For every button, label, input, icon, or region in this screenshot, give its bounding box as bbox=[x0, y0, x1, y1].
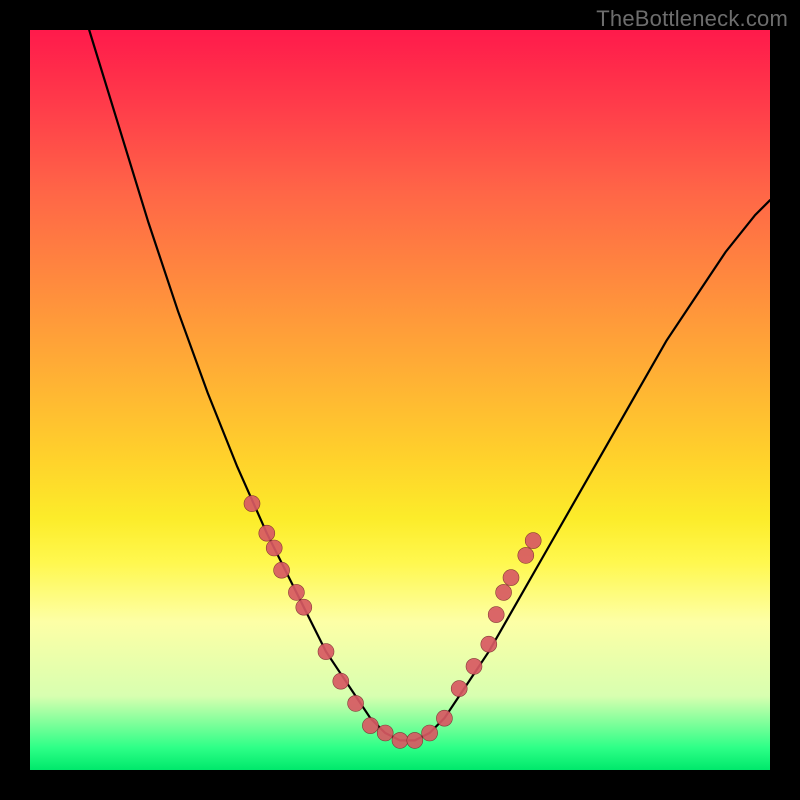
data-marker bbox=[525, 533, 541, 549]
bottleneck-curve bbox=[89, 30, 770, 740]
data-marker bbox=[274, 562, 290, 578]
data-marker bbox=[288, 584, 304, 600]
chart-frame: TheBottleneck.com bbox=[0, 0, 800, 800]
chart-svg bbox=[30, 30, 770, 770]
plot-area bbox=[30, 30, 770, 770]
data-marker bbox=[496, 584, 512, 600]
data-marker bbox=[244, 496, 260, 512]
data-marker bbox=[296, 599, 312, 615]
data-marker bbox=[436, 710, 452, 726]
data-marker bbox=[451, 681, 467, 697]
data-marker bbox=[259, 525, 275, 541]
data-marker bbox=[422, 725, 438, 741]
data-marker bbox=[348, 695, 364, 711]
data-marker bbox=[518, 547, 534, 563]
data-marker bbox=[333, 673, 349, 689]
data-marker bbox=[503, 570, 519, 586]
data-marker bbox=[466, 658, 482, 674]
data-marker bbox=[488, 607, 504, 623]
data-marker bbox=[407, 732, 423, 748]
data-marker bbox=[266, 540, 282, 556]
data-marker bbox=[377, 725, 393, 741]
watermark-text: TheBottleneck.com bbox=[596, 6, 788, 32]
data-markers bbox=[244, 496, 541, 749]
data-marker bbox=[318, 644, 334, 660]
data-marker bbox=[481, 636, 497, 652]
data-marker bbox=[362, 718, 378, 734]
data-marker bbox=[392, 732, 408, 748]
